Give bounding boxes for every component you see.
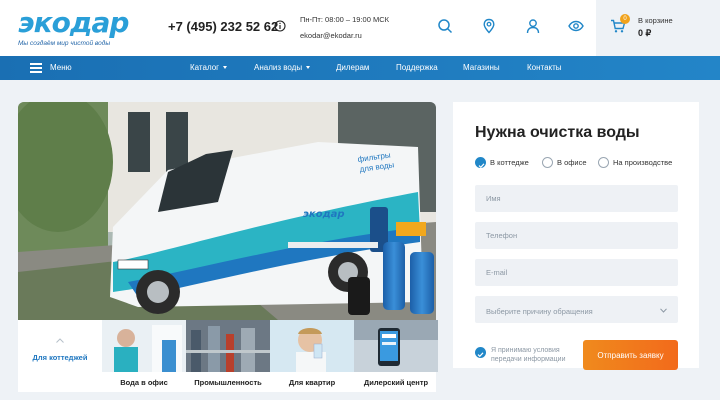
working-hours: Пн-Пт: 08:00 – 19:00 МСК [300,15,390,24]
nav-item-catalog[interactable]: Каталог [190,63,228,72]
phone-number[interactable]: +7 (495) 232 52 62 [168,19,278,34]
category-label: Для коттеджей [32,353,88,362]
category-thumbnail [270,320,354,372]
category-thumbnail [354,320,438,372]
cart-sum: 0 ₽ [638,28,652,38]
radio-unchecked-icon [542,157,553,168]
chevron-down-icon [660,308,667,313]
email-link[interactable]: ekodar@ekodar.ru [300,31,362,40]
nav-item-support[interactable]: Поддержка [396,63,438,72]
radio-label: В офисе [557,158,587,167]
hamburger-icon[interactable] [30,63,42,73]
reason-select-placeholder: Выберите причину обращения [486,307,593,316]
nav-item-stores[interactable]: Магазины [463,63,500,72]
nav-item-dealers[interactable]: Дилерам [336,63,369,72]
phone-field[interactable] [475,222,678,249]
category-label: Вода в офис [120,378,168,387]
radio-cottage[interactable]: В коттедже [475,157,537,169]
chevron-down-icon [223,66,228,70]
location-icon[interactable] [481,18,497,34]
cart-count-badge: 0 [620,14,630,24]
radio-label: На производстве [613,158,673,167]
radio-production[interactable]: На производстве [598,157,680,169]
menu-button[interactable]: Меню [50,63,72,72]
consent-text: Я принимаю условия передачи информации [491,347,566,363]
user-icon[interactable] [525,18,541,34]
name-field[interactable] [475,185,678,212]
main-nav: Меню Каталог Анализ воды Дилерам Поддерж… [0,56,720,80]
category-cottages[interactable]: Для коттеджей [18,320,102,392]
chevron-up-icon [56,338,64,343]
hero-image: фильтры для воды экодар [18,102,436,320]
category-dealer-center[interactable]: Дилерский центр [354,320,438,392]
logo[interactable]: экодар Мы создаём мир чистой воды [18,6,129,50]
category-strip: Для коттеджей Вода в офис Промышленность… [18,320,438,392]
search-icon[interactable] [437,18,453,34]
category-label: Для квартир [288,378,336,387]
radio-unchecked-icon [598,157,609,168]
hero-banner[interactable]: фильтры для воды экодар [18,102,436,320]
radio-label: В коттедже [490,158,529,167]
request-form: Нужна очистка воды В коттедже В офисе На… [453,102,699,370]
site-header: экодар Мы создаём мир чистой воды +7 (49… [0,0,720,56]
category-industry[interactable]: Промышленность [186,320,270,392]
radio-office[interactable]: В офисе [542,157,592,169]
category-office-water[interactable]: Вода в офис [102,320,186,392]
info-icon[interactable] [274,20,286,32]
check-icon [477,352,484,358]
cart-title: В корзине [638,16,673,25]
chevron-down-icon [306,66,311,70]
nav-item-water-analysis[interactable]: Анализ воды [254,63,311,72]
logo-text: экодар [18,6,129,39]
submit-button[interactable]: Отправить заявку [583,340,678,370]
category-thumbnail [102,320,186,372]
category-label: Промышленность [194,378,262,387]
category-thumbnail [186,320,270,372]
van-logo: экодар [303,209,345,220]
category-apartments[interactable]: Для квартир [270,320,354,392]
form-title: Нужна очистка воды [475,124,640,141]
consent-checkbox[interactable] [475,347,486,358]
radio-checked-icon [475,157,486,169]
email-field[interactable] [475,259,678,286]
eye-icon[interactable] [568,18,584,34]
nav-item-contacts[interactable]: Контакты [527,63,562,72]
logo-tagline: Мы создаём мир чистой воды [18,40,111,47]
cart-widget[interactable]: 0 В корзине 0 ₽ [596,0,720,56]
category-label: Дилерский центр [363,378,429,387]
